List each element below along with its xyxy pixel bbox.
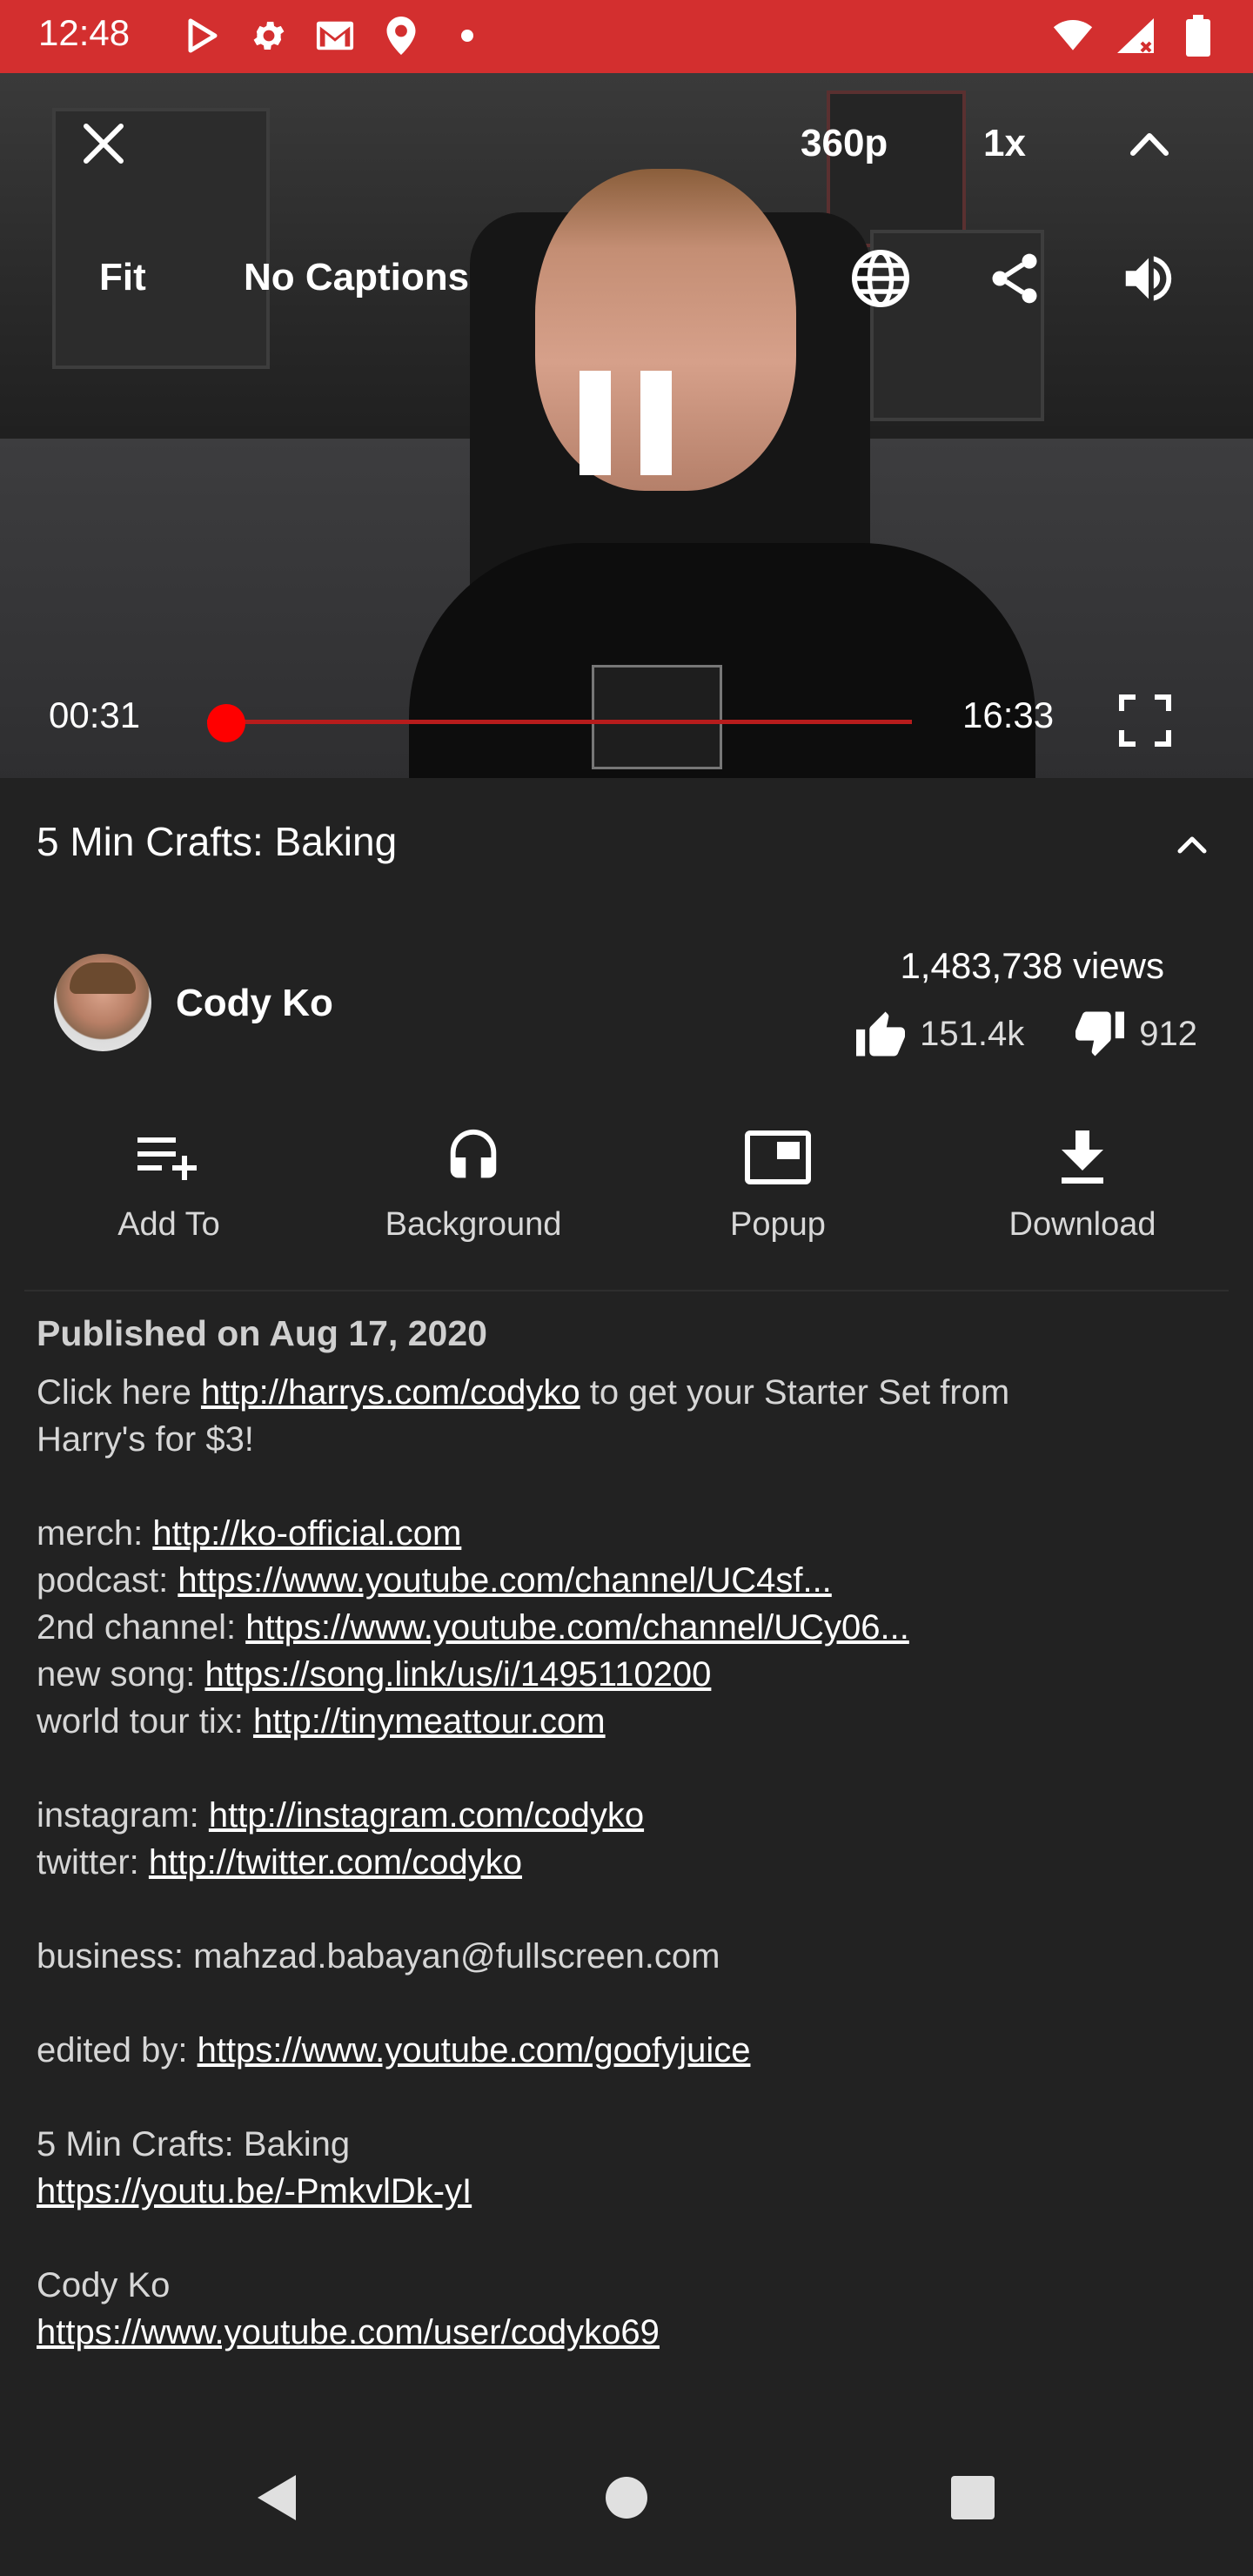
- recents-icon: [951, 2476, 995, 2519]
- video-title: 5 Min Crafts: Baking: [37, 819, 398, 864]
- back-button[interactable]: [242, 2463, 312, 2532]
- pause-icon: [580, 371, 611, 475]
- collapse-description-button[interactable]: [1166, 818, 1218, 870]
- publish-date: Published on Aug 17, 2020: [37, 1313, 487, 1353]
- video-player[interactable]: 360p 1x Fit No Captions 00:31 16:33: [0, 73, 1253, 778]
- video-frame-shirt-logo: [592, 665, 722, 769]
- harrys-link[interactable]: http://harrys.com/codyko: [201, 1373, 580, 1412]
- chevron-up-icon: [1130, 133, 1169, 156]
- seek-thumb[interactable]: [207, 704, 245, 742]
- battery-icon: [1178, 15, 1218, 57]
- fullscreen-button[interactable]: [1110, 686, 1180, 755]
- location-icon: [381, 16, 421, 56]
- back-icon: [258, 2475, 296, 2520]
- description-line: 2nd channel: https://www.youtube.com/cha…: [37, 1608, 909, 1647]
- pause-button[interactable]: [580, 371, 672, 475]
- background-button[interactable]: Background: [321, 1123, 626, 1253]
- resize-mode-button[interactable]: Fit: [99, 247, 146, 308]
- share-button[interactable]: [980, 244, 1049, 313]
- popup-icon: [743, 1123, 813, 1192]
- wifi-icon: [1053, 16, 1093, 56]
- description-line: https://www.youtube.com/user/codyko69: [37, 2309, 1220, 2356]
- instagram-link[interactable]: http://instagram.com/codyko: [209, 1796, 644, 1835]
- captions-button[interactable]: No Captions: [244, 247, 469, 308]
- action-bar: Add To Background Popup Download: [0, 1123, 1253, 1253]
- description-line: edited by: https://www.youtube.com/goofy…: [37, 2031, 751, 2070]
- video-frame-person: [409, 543, 1035, 778]
- description-line: merch: http://ko-official.com: [37, 1514, 462, 1553]
- volume-icon: [1125, 256, 1172, 301]
- divider: [24, 1290, 1229, 1291]
- home-button[interactable]: [592, 2463, 661, 2532]
- close-icon: [84, 124, 124, 164]
- related-video-link[interactable]: https://youtu.be/-PmkvlDk-yI: [37, 2172, 472, 2210]
- language-button[interactable]: [846, 244, 915, 313]
- second-channel-link[interactable]: https://www.youtube.com/channel/UCy06...: [245, 1608, 909, 1647]
- tour-link[interactable]: http://tinymeattour.com: [253, 1702, 606, 1741]
- thumbs-down-icon: [1075, 1011, 1125, 1057]
- description-line: Click here http://harrys.com/codyko to g…: [37, 1373, 1010, 1412]
- home-icon: [606, 2477, 647, 2519]
- song-link[interactable]: https://song.link/us/i/1495110200: [204, 1655, 711, 1694]
- current-time: 00:31: [49, 694, 141, 735]
- channel-avatar[interactable]: [54, 954, 151, 1051]
- description-line: world tour tix: http://tinymeattour.com: [37, 1702, 606, 1741]
- popup-button[interactable]: Popup: [626, 1123, 930, 1253]
- description-line: business: mahzad.babayan@fullscreen.com: [37, 1937, 720, 1976]
- channel-link[interactable]: https://www.youtube.com/user/codyko69: [37, 2313, 660, 2351]
- play-store-icon: [183, 16, 223, 56]
- close-button[interactable]: [73, 113, 134, 174]
- signal-icon: [1116, 16, 1156, 56]
- dot-icon: [447, 16, 487, 56]
- description-line: new song: https://song.link/us/i/1495110…: [37, 1655, 712, 1694]
- seek-bar[interactable]: [228, 720, 912, 724]
- video-description: Published on Aug 17, 2020 Click here htt…: [37, 1310, 1220, 2356]
- share-icon: [992, 253, 1037, 304]
- recents-button[interactable]: [938, 2463, 1008, 2532]
- download-icon: [1048, 1123, 1117, 1192]
- gmail-icon: [315, 16, 355, 56]
- download-button[interactable]: Download: [930, 1123, 1235, 1253]
- expand-controls-button[interactable]: [1119, 113, 1180, 174]
- notification-icons: [183, 16, 487, 56]
- description-line: podcast: https://www.youtube.com/channel…: [37, 1561, 832, 1600]
- duration: 16:33: [962, 694, 1055, 735]
- navigation-bar: [0, 2419, 1253, 2576]
- merch-link[interactable]: http://ko-official.com: [152, 1514, 461, 1553]
- thumbs-up-icon: [856, 1011, 906, 1057]
- fullscreen-icon: [1119, 694, 1171, 747]
- playlist-add-icon: [134, 1123, 204, 1192]
- description-line: instagram: http://instagram.com/codyko: [37, 1796, 645, 1835]
- channel-name[interactable]: Cody Ko: [176, 982, 333, 1025]
- status-time: 12:48: [38, 12, 131, 53]
- description-line: https://youtu.be/-PmkvlDk-yI: [37, 2168, 1220, 2215]
- pause-icon: [640, 371, 672, 475]
- speed-button[interactable]: 1x: [983, 113, 1026, 174]
- description-line: 5 Min Crafts: Baking: [37, 2125, 351, 2163]
- volume-button[interactable]: [1114, 244, 1183, 313]
- view-count: 1,483,738 views: [900, 945, 1164, 986]
- podcast-link[interactable]: https://www.youtube.com/channel/UC4sf...: [178, 1561, 831, 1600]
- globe-icon: [852, 250, 909, 307]
- status-bar: 12:48: [0, 0, 1253, 73]
- rating-row: 151.4k 912: [854, 1010, 1197, 1058]
- twitter-link[interactable]: http://twitter.com/codyko: [149, 1843, 522, 1882]
- dislike-count: 912: [1139, 1014, 1197, 1053]
- like-count: 151.4k: [920, 1014, 1025, 1053]
- system-icons: [1053, 15, 1218, 57]
- headphones-icon: [439, 1123, 508, 1192]
- description-line: Harry's for $3!: [37, 1420, 254, 1459]
- add-to-button[interactable]: Add To: [17, 1123, 321, 1253]
- editor-link[interactable]: https://www.youtube.com/goofyjuice: [198, 2031, 751, 2070]
- description-line: twitter: http://twitter.com/codyko: [37, 1843, 522, 1882]
- settings-icon: [249, 16, 289, 56]
- description-line: Cody Ko: [37, 2266, 171, 2304]
- chevron-up-icon: [1177, 836, 1207, 854]
- quality-button[interactable]: 360p: [801, 113, 888, 174]
